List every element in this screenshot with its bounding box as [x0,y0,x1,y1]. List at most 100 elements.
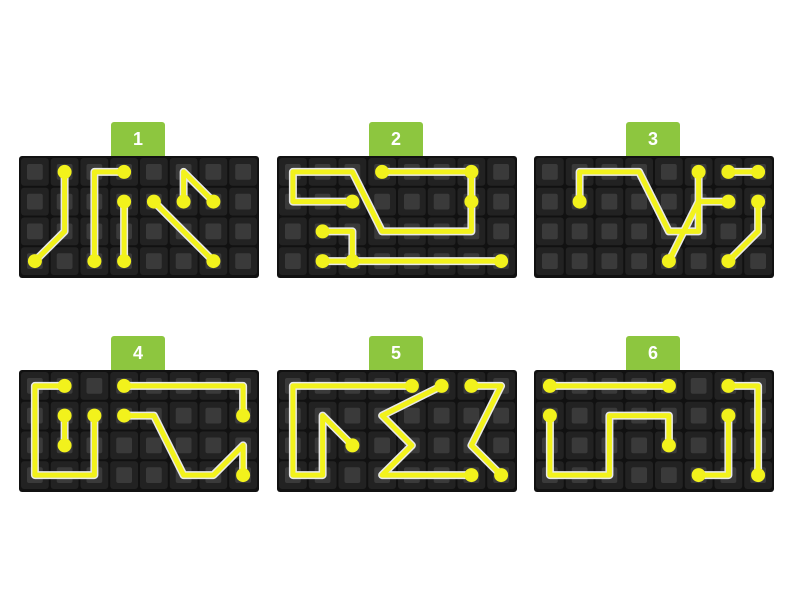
path-endpoint[interactable] [315,254,330,269]
board-tile-inset [631,253,647,269]
board-tile-inset [493,223,509,240]
path-endpoint[interactable] [494,254,509,269]
puzzle-number-tab: 4 [111,336,165,370]
board-tile-inset [86,378,103,394]
board-tile-inset [404,193,420,210]
board-tile-inset [571,223,588,240]
puzzle-board[interactable] [19,156,259,278]
path-endpoint[interactable] [57,164,72,179]
board-tile-inset [374,193,390,210]
board-tile-inset [493,437,509,454]
puzzle-number-tab: 3 [626,122,680,156]
path-endpoint[interactable] [494,468,509,483]
path-endpoint[interactable] [751,194,766,209]
board-tile-inset [374,437,390,454]
puzzle-board[interactable] [534,156,774,278]
path-endpoint[interactable] [721,408,736,423]
path-endpoint[interactable] [345,194,360,209]
path-endpoint[interactable] [721,164,736,179]
path-endpoint[interactable] [542,408,557,423]
board-tile-inset [433,193,450,210]
board-tile-inset [493,407,509,424]
path-endpoint[interactable] [721,254,736,269]
path-endpoint[interactable] [434,378,449,393]
board-tile-inset [542,253,558,269]
board-tile-inset [235,164,251,180]
path-endpoint[interactable] [464,468,479,483]
board-tile-inset [601,193,618,210]
board-tile-inset [571,437,588,454]
board-tile-inset [146,437,162,454]
board-tile-inset [344,407,361,424]
path-endpoint[interactable] [542,378,557,393]
board-tile-inset [205,437,222,454]
path-endpoint[interactable] [117,254,132,269]
path-endpoint[interactable] [661,438,676,453]
path-endpoint[interactable] [691,164,706,179]
path-endpoint[interactable] [176,194,191,209]
path-endpoint[interactable] [464,378,479,393]
path-endpoint[interactable] [236,468,251,483]
path-endpoint[interactable] [375,164,390,179]
board-tile-inset [493,193,509,210]
path-endpoint[interactable] [206,194,221,209]
puzzle-board[interactable] [277,370,517,492]
path-endpoint[interactable] [117,378,132,393]
path-endpoint[interactable] [27,254,42,269]
path-endpoint[interactable] [572,194,587,209]
puzzle-board[interactable] [19,370,259,492]
board-tile-inset [542,164,558,180]
board-tile-inset [285,223,301,240]
puzzle-number-tab: 2 [369,122,423,156]
path-endpoint[interactable] [206,254,221,269]
path-endpoint[interactable] [721,194,736,209]
board-tile-inset [601,253,618,269]
path-endpoint[interactable] [117,164,132,179]
board-tile-inset [175,407,192,424]
board-tile-inset [27,164,43,180]
board-tile-inset [720,223,737,240]
board-tile-inset [661,193,677,210]
puzzle-number-tab: 6 [626,336,680,370]
path-endpoint[interactable] [117,194,132,209]
board-tile-inset [631,467,647,483]
board-tile-inset [205,407,222,424]
board-tile-inset [235,253,251,269]
board-tile-inset [27,223,43,240]
path-endpoint[interactable] [146,194,161,209]
board-tile-inset [205,223,222,240]
board-tile-inset [690,437,707,454]
path-endpoint[interactable] [87,254,102,269]
path-endpoint[interactable] [345,438,360,453]
board-tile-inset [56,253,73,269]
puzzle-board[interactable] [534,370,774,492]
path-endpoint[interactable] [117,408,132,423]
path-endpoint[interactable] [236,408,251,423]
puzzle-board[interactable] [277,156,517,278]
board-tile-inset [27,193,43,210]
path-endpoint[interactable] [661,254,676,269]
path-endpoint[interactable] [661,378,676,393]
path-endpoint[interactable] [315,224,330,239]
path-endpoint[interactable] [87,408,102,423]
board-tile-inset [116,437,132,454]
path-endpoint[interactable] [57,378,72,393]
path-endpoint[interactable] [691,468,706,483]
board-tile-inset [175,437,192,454]
board-tile-inset [750,253,766,269]
board-tile-inset [690,378,707,394]
board-tile-inset [116,467,132,483]
board-tile-inset [146,223,162,240]
path-endpoint[interactable] [464,194,479,209]
board-tile-inset [235,193,251,210]
board-tile-inset [146,467,162,483]
path-endpoint[interactable] [751,164,766,179]
path-endpoint[interactable] [57,408,72,423]
board-tile-inset [661,164,677,180]
path-endpoint[interactable] [57,438,72,453]
board-tile-inset [235,223,251,240]
path-endpoint[interactable] [404,378,419,393]
path-endpoint[interactable] [721,378,736,393]
path-endpoint[interactable] [751,468,766,483]
board-tile-inset [542,223,558,240]
